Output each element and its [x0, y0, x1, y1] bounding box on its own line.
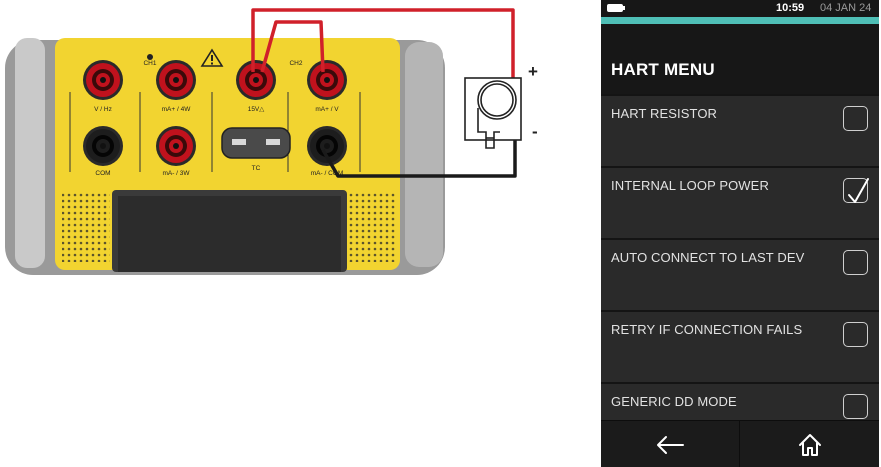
menu-item-label: RETRY IF CONNECTION FAILS [611, 322, 803, 337]
checkmark-icon [848, 178, 869, 203]
jack-ma-4w [156, 60, 196, 100]
battery-icon [607, 4, 625, 12]
checkbox[interactable] [843, 394, 868, 419]
checkbox[interactable] [843, 106, 868, 131]
jack-v-hz [83, 60, 123, 100]
menu-item-label: AUTO CONNECT TO LAST DEV [611, 250, 805, 265]
calibrator-screen: 10:59 04 JAN 24 HART MENU HART RESISTOR … [601, 0, 879, 467]
menu-item-label: INTERNAL LOOP POWER [611, 178, 769, 193]
checkbox-checked[interactable] [843, 178, 869, 203]
menu-item-hart-resistor[interactable]: HART RESISTOR [601, 94, 879, 164]
menu-item-retry-connection[interactable]: RETRY IF CONNECTION FAILS [601, 310, 879, 380]
home-icon [799, 433, 821, 456]
jack-label-v-hz: V / Hz [94, 106, 112, 113]
polarity-minus: - [532, 122, 538, 141]
jack-ma-v [307, 60, 347, 100]
status-bar: 10:59 04 JAN 24 [601, 0, 879, 17]
tc-socket [221, 127, 291, 159]
checkbox[interactable] [843, 250, 868, 275]
jack-label-ma-3w: mA- / 3W [162, 170, 190, 177]
jack-label-ma-v: mA+ / V [315, 106, 339, 113]
jack-ma-3w [156, 126, 196, 166]
jack-label-ch1: CH1 [143, 60, 156, 67]
indicator-dot-icon [147, 54, 153, 60]
jack-com [83, 126, 123, 166]
title-bar: HART MENU [601, 24, 879, 94]
home-button[interactable] [741, 421, 879, 467]
page-title: HART MENU [611, 60, 715, 79]
jack-label-24v: 15V△ [248, 106, 266, 113]
jack-24v [236, 60, 276, 100]
menu-item-label: HART RESISTOR [611, 106, 718, 121]
status-time: 10:59 [776, 2, 805, 14]
back-button[interactable] [601, 421, 740, 467]
jack-label-tc: TC [252, 165, 261, 172]
transmitter-device [464, 77, 522, 149]
menu-item-internal-loop-power[interactable]: INTERNAL LOOP POWER [601, 166, 879, 236]
back-arrow-icon [657, 435, 684, 454]
jack-label-com: COM [95, 170, 110, 177]
nav-bar [601, 420, 879, 467]
menu-item-label: GENERIC DD MODE [611, 394, 737, 409]
accent-bar [601, 17, 879, 24]
calibrator-meter [5, 38, 445, 275]
status-date: 04 JAN 24 [820, 2, 872, 14]
menu-item-auto-connect[interactable]: AUTO CONNECT TO LAST DEV [601, 238, 879, 308]
jack-label-ma-4w: mA+ / 4W [162, 106, 192, 113]
polarity-plus: + [528, 62, 538, 81]
jack-label-ch2: CH2 [289, 60, 302, 67]
checkbox[interactable] [843, 322, 868, 347]
wiring-diagram: V / Hz mA+ / 4W 15V△ mA+ / V COM mA- / 3… [5, 8, 538, 275]
